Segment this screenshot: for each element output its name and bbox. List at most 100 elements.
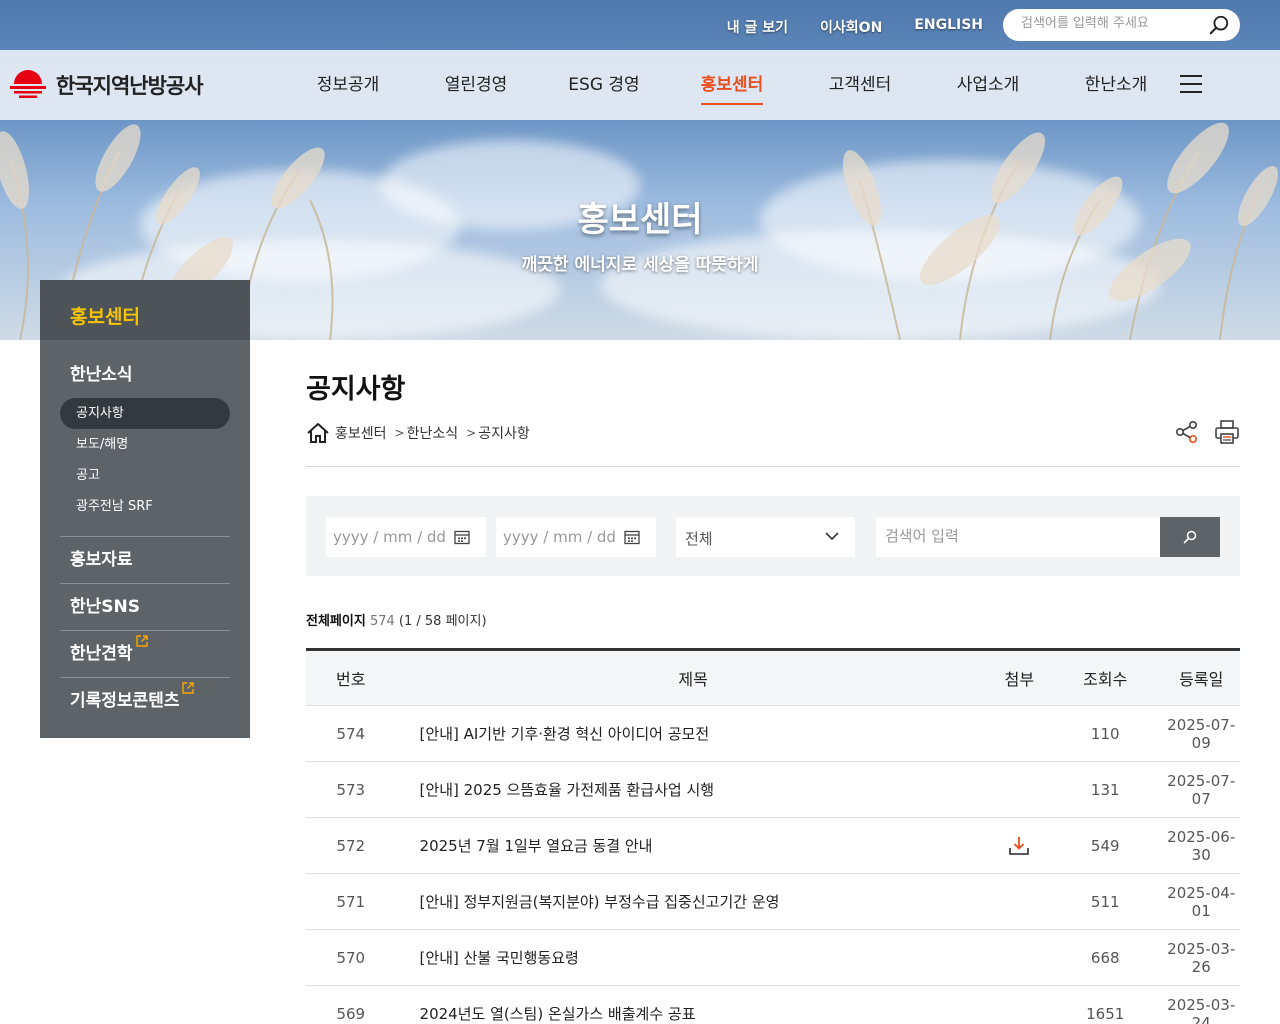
sidebar-item-announcement[interactable]: 공고 [60,460,230,491]
main-header: 한국지역난방공사 정보공개 열린경영 ESG 경영 홍보센터 고객센터 사업소개… [0,50,1280,120]
col-number: 번호 [306,649,396,706]
row-views: 511 [1048,873,1163,930]
sidebar-item-label: 한난견학 [70,644,133,664]
page-title: 공지사항 [306,374,406,405]
main-nav: 정보공개 열린경영 ESG 경영 홍보센터 고객센터 사업소개 한난소개 [284,50,1180,120]
sidebar-item-materials[interactable]: 홍보자료 [60,537,230,583]
table-header-row: 번호 제목 첨부 조회수 등록일 [306,649,1240,706]
search-icon[interactable] [1208,14,1230,36]
breadcrumb-item[interactable]: 공지사항 [478,423,530,443]
sidebar-item-label: 기록정보콘텐츠 [70,691,180,711]
row-number: 570 [306,929,396,986]
sidebar-title: 홍보센터 [40,280,250,340]
search-icon [1183,530,1197,544]
row-title-link[interactable]: [안내] AI기반 기후·환경 혁신 아이디어 공모전 [420,725,710,743]
table-row: 569 2024년도 열(스팀) 온실가스 배출계수 공표 1651 2025-… [306,985,1240,1024]
utility-bar: 내 글 보기 이사회ON ENGLISH [0,0,1280,50]
total-number: 574 [369,614,395,629]
row-number: 573 [306,761,396,818]
share-icon[interactable] [1174,418,1200,446]
sidebar-item-news[interactable]: 한난소식 [60,352,230,398]
english-link[interactable]: ENGLISH [914,17,983,37]
sidebar-section-news: 한난소식 공지사항 보도/해명 공고 광주전남 SRF [60,352,230,537]
row-title-link[interactable]: 2025년 7월 1일부 열요금 동결 안내 [420,837,653,855]
row-views: 1651 [1048,985,1163,1024]
nav-esg[interactable]: ESG 경영 [540,50,668,120]
nav-business[interactable]: 사업소개 [924,50,1052,120]
keyword-input[interactable] [885,527,1145,545]
row-date: 2025-03-24 [1162,985,1240,1024]
table-row: 572 2025년 7월 1일부 열요금 동결 안내 549 2025-06-3… [306,817,1240,874]
row-attachment [990,761,1049,818]
row-title-cell: [안내] 산불 국민행동요령 [395,929,991,986]
calendar-icon[interactable] [454,529,470,545]
start-date-field[interactable]: yyyy / mm / dd [326,517,486,557]
breadcrumb-item[interactable]: 홍보센터 [335,423,387,443]
total-count: 전체페이지 574 (1 / 58 페이지) [306,610,487,629]
sidebar-item-archive[interactable]: 기록정보콘텐츠 [60,678,230,724]
row-attachment [990,929,1049,986]
row-title-cell: 2025년 7월 1일부 열요금 동결 안내 [395,817,991,874]
divider [306,466,1240,467]
table-row: 574 [안내] AI기반 기후·환경 혁신 아이디어 공모전 110 2025… [306,705,1240,762]
nav-info-disclosure[interactable]: 정보공개 [284,50,412,120]
logo-text: 한국지역난방공사 [56,74,204,98]
end-date-field[interactable]: yyyy / mm / dd [496,517,656,557]
logo-sun-icon [10,70,46,98]
sidebar-item-press[interactable]: 보도/해명 [60,429,230,460]
breadcrumb-item[interactable]: 한난소식 [407,423,459,443]
keyword-field [876,517,1160,557]
row-views: 668 [1048,929,1163,986]
download-icon[interactable] [1008,835,1030,857]
row-date: 2025-06-30 [1162,817,1240,874]
row-title-cell: 2024년도 열(스팀) 온실가스 배출계수 공표 [395,985,991,1024]
row-title-cell: [안내] AI기반 기후·환경 혁신 아이디어 공모전 [395,705,991,762]
table-row: 571 [안내] 정부지원금(복지분야) 부정수급 집중신고기간 운영 511 … [306,873,1240,930]
external-link-icon [182,682,195,694]
search-filter: yyyy / mm / dd yyyy / mm / dd 전체 [306,496,1240,576]
table-row: 573 [안내] 2025 으뜸효율 가전제품 환급사업 시행 131 2025… [306,761,1240,818]
row-number: 571 [306,873,396,930]
sidebar-item-tour[interactable]: 한난견학 [60,631,230,677]
chevron-right-icon: > [466,426,477,440]
nav-open-management[interactable]: 열린경영 [412,50,540,120]
chevron-right-icon: > [394,426,405,440]
row-title-link[interactable]: [안내] 정부지원금(복지분야) 부정수급 집중신고기간 운영 [420,893,780,911]
nav-pr-center[interactable]: 홍보센터 [668,50,796,120]
board-on-link[interactable]: 이사회ON [820,17,882,37]
search-button[interactable] [1160,517,1220,557]
my-posts-link[interactable]: 내 글 보기 [727,17,788,37]
row-attachment [990,873,1049,930]
home-icon[interactable] [306,422,330,444]
row-title-link[interactable]: 2024년도 열(스팀) 온실가스 배출계수 공표 [420,1005,696,1023]
total-label: 전체페이지 [306,614,366,629]
nav-customer-center[interactable]: 고객센터 [796,50,924,120]
print-icon[interactable] [1214,418,1240,446]
start-date-placeholder: yyyy / mm / dd [333,528,446,546]
row-title-link[interactable]: [안내] 산불 국민행동요령 [420,949,579,967]
row-attachment [990,817,1049,874]
row-title-cell: [안내] 2025 으뜸효율 가전제품 환급사업 시행 [395,761,991,818]
logo[interactable]: 한국지역난방공사 [10,68,204,102]
calendar-icon[interactable] [624,529,640,545]
nav-about[interactable]: 한난소개 [1052,50,1180,120]
hamburger-menu-icon[interactable] [1180,75,1202,93]
row-views: 110 [1048,705,1163,762]
row-date: 2025-07-09 [1162,705,1240,762]
category-select[interactable]: 전체 [676,517,855,557]
global-search-input[interactable] [1021,16,1201,31]
breadcrumb: 홍보센터 > 한난소식 > 공지사항 [306,422,530,444]
row-attachment [990,705,1049,762]
row-number: 574 [306,705,396,762]
external-link-icon [135,635,148,647]
notice-table: 번호 제목 첨부 조회수 등록일 574 [안내] AI기반 기후·환경 혁신 … [306,648,1240,1024]
sidebar-item-notice[interactable]: 공지사항 [60,398,230,429]
row-number: 569 [306,985,396,1024]
row-title-link[interactable]: [안내] 2025 으뜸효율 가전제품 환급사업 시행 [420,781,715,799]
sidebar-item-srf[interactable]: 광주전남 SRF [60,491,230,522]
sidebar-section-materials: 홍보자료 [60,537,230,584]
sidebar-item-sns[interactable]: 한난SNS [60,584,230,630]
global-search [1003,9,1240,41]
row-date: 2025-07-07 [1162,761,1240,818]
chevron-down-icon [825,532,839,541]
